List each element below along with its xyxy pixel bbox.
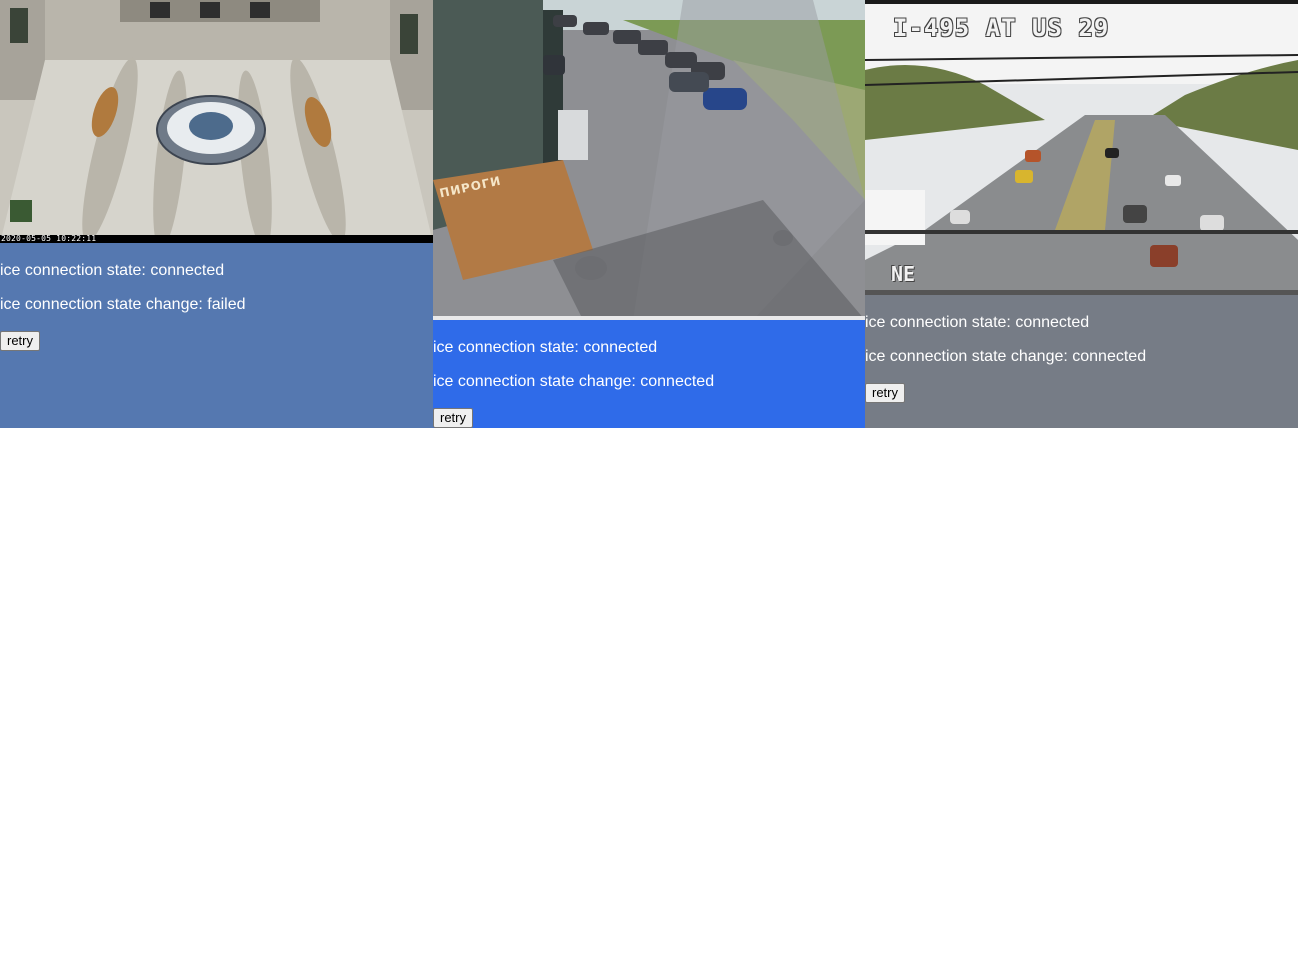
camera-timestamp: 2020-05-05 10:22:11 [1,234,97,243]
ice-connection-state-change: ice connection state change: connected [865,348,1147,365]
parking-lot-image [433,0,865,320]
camera-panel-1: 2020-05-05 10:22:11 ice connection state… [0,0,433,428]
retry-button[interactable]: retry [433,408,473,428]
camera-panel-3: I-495 AT US 29 NE ice connection state: … [865,0,1298,428]
ice-connection-state-change: ice connection state change: connected [433,373,715,390]
ice-connection-state-change: ice connection state change: failed [0,296,246,313]
ice-connection-state: ice connection state: connected [0,262,225,279]
station-hall-image [0,0,433,243]
camera-location-title: I-495 AT US 29 [893,14,1110,42]
ice-connection-state: ice connection state: connected [865,314,1090,331]
camera-direction-label: NE [891,262,916,286]
ice-connection-state: ice connection state: connected [433,339,658,356]
retry-button[interactable]: retry [0,331,40,351]
camera-video-3: I-495 AT US 29 NE [865,0,1298,295]
camera-panel-2: ПИРОГИ ice connection state: connected i… [433,0,865,428]
camera-video-1: 2020-05-05 10:22:11 [0,0,433,243]
camera-grid: 2020-05-05 10:22:11 ice connection state… [0,0,1298,428]
retry-button[interactable]: retry [865,383,905,403]
highway-image [865,0,1298,295]
camera-video-2: ПИРОГИ [433,0,865,320]
